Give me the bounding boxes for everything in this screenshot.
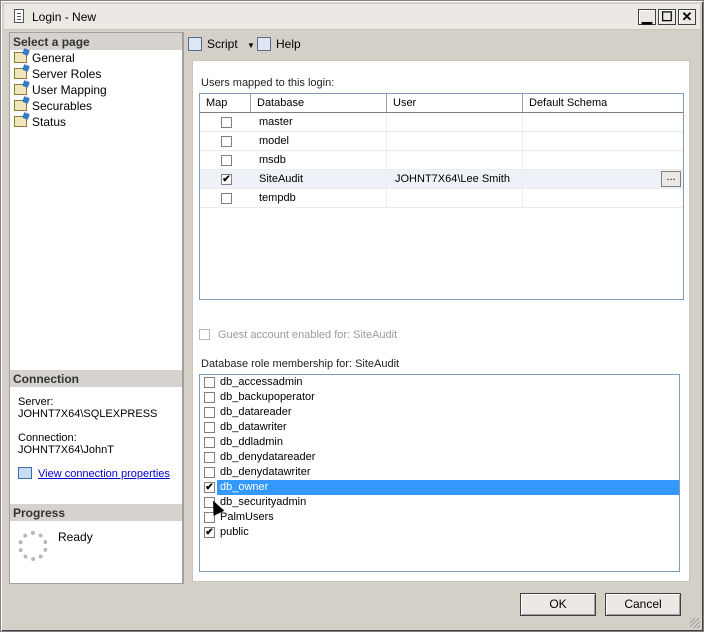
server-value: JOHNT7X64\SQLEXPRESS [18, 408, 158, 420]
list-item[interactable]: db_datareader [200, 405, 679, 420]
help-icon [257, 37, 271, 51]
maximize-button[interactable]: ☐ [658, 9, 676, 25]
role-checkbox[interactable] [204, 407, 215, 418]
map-checkbox[interactable] [221, 117, 232, 128]
user-cell[interactable] [387, 132, 523, 151]
role-checkbox[interactable] [204, 467, 215, 478]
ok-button[interactable]: OK [520, 593, 596, 616]
list-item[interactable]: db_ddladmin [200, 435, 679, 450]
list-item[interactable]: PalmUsers [200, 510, 679, 525]
role-checkbox[interactable] [204, 452, 215, 463]
schema-cell[interactable] [523, 132, 683, 151]
user-mapping-panel: Users mapped to this login: Map Database… [192, 60, 690, 582]
minimize-button[interactable]: ▁ [638, 9, 656, 25]
schema-cell[interactable] [523, 113, 683, 132]
progress-header: Progress [10, 504, 182, 521]
page-icon [14, 100, 27, 111]
role-checkbox[interactable]: ✔ [204, 527, 215, 538]
page-icon [14, 84, 27, 95]
page-item-status[interactable]: Status [14, 115, 66, 131]
role-membership-label: Database role membership for: SiteAudit [201, 358, 400, 370]
map-checkbox[interactable]: ✔ [221, 174, 232, 185]
properties-icon [18, 467, 32, 479]
table-row[interactable]: model [200, 132, 683, 151]
connection-header: Connection [10, 370, 182, 387]
map-checkbox[interactable] [221, 155, 232, 166]
title-bar[interactable]: Login - New ▁ ☐ ✕ [4, 4, 700, 30]
role-checkbox[interactable] [204, 377, 215, 388]
role-membership-list: db_accessadmin db_backupoperator db_data… [199, 374, 680, 572]
dropdown-arrow-icon[interactable]: ▼ [247, 41, 255, 50]
page-icon [14, 116, 27, 127]
resize-grip-icon[interactable] [690, 618, 700, 628]
help-button[interactable]: Help [257, 36, 301, 54]
table-row-selected[interactable]: ✔ SiteAudit JOHNT7X64\Lee Smith ... [200, 170, 683, 189]
page-icon [14, 52, 27, 63]
list-item[interactable]: ✔ public [200, 525, 679, 540]
progress-status: Ready [58, 530, 93, 544]
list-item[interactable]: db_denydatareader [200, 450, 679, 465]
server-label: Server: [18, 396, 54, 408]
role-checkbox[interactable]: ✔ [204, 482, 215, 493]
list-item[interactable]: db_securityadmin [200, 495, 679, 510]
document-icon [14, 9, 24, 23]
close-button[interactable]: ✕ [678, 9, 696, 25]
left-pane: Select a page General Server Roles User … [9, 32, 183, 584]
view-connection-properties-link[interactable]: View connection properties [18, 467, 170, 480]
database-cell: master [251, 113, 387, 132]
role-checkbox[interactable] [204, 437, 215, 448]
database-cell: msdb [251, 151, 387, 170]
schema-cell[interactable] [523, 151, 683, 170]
progress-spinner-icon [18, 531, 48, 561]
col-header-database[interactable]: Database [251, 94, 387, 112]
database-cell: model [251, 132, 387, 151]
page-icon [14, 68, 27, 79]
guest-account-label: Guest account enabled for: SiteAudit [218, 329, 398, 341]
login-new-dialog: Login - New ▁ ☐ ✕ Select a page General … [0, 0, 704, 632]
list-item-selected[interactable]: ✔ db_owner [200, 480, 679, 495]
list-item[interactable]: db_accessadmin [200, 375, 679, 390]
cancel-button[interactable]: Cancel [605, 593, 681, 616]
role-checkbox[interactable] [204, 422, 215, 433]
user-cell[interactable] [387, 151, 523, 170]
table-row[interactable]: msdb [200, 151, 683, 170]
select-page-header: Select a page [10, 33, 182, 50]
map-checkbox[interactable] [221, 193, 232, 204]
database-cell: SiteAudit [251, 170, 387, 189]
table-row[interactable]: master [200, 113, 683, 132]
user-cell[interactable]: JOHNT7X64\Lee Smith [387, 170, 523, 189]
schema-cell[interactable] [523, 170, 683, 189]
table-row[interactable]: tempdb [200, 189, 683, 208]
guest-account-checkbox[interactable] [199, 329, 210, 340]
script-button[interactable]: Script ▼ [188, 36, 255, 54]
list-item[interactable]: db_datawriter [200, 420, 679, 435]
grid-header: Map Database User Default Schema [200, 94, 683, 113]
col-header-user[interactable]: User [387, 94, 523, 112]
col-header-map[interactable]: Map [200, 94, 251, 112]
user-cell[interactable] [387, 113, 523, 132]
schema-cell[interactable] [523, 189, 683, 208]
list-item[interactable]: db_denydatawriter [200, 465, 679, 480]
users-mapped-label: Users mapped to this login: [201, 77, 335, 89]
right-area: Script ▼ Help Users mapped to this login… [183, 32, 697, 584]
col-header-default-schema[interactable]: Default Schema [523, 94, 683, 112]
window-title: Login - New [32, 10, 97, 24]
role-checkbox[interactable] [204, 392, 215, 403]
browse-schema-button[interactable]: ... [661, 171, 681, 187]
script-icon [188, 37, 202, 51]
list-item[interactable]: db_backupoperator [200, 390, 679, 405]
connection-label: Connection: [18, 432, 77, 444]
map-checkbox[interactable] [221, 136, 232, 147]
database-cell: tempdb [251, 189, 387, 208]
connection-value: JOHNT7X64\JohnT [18, 444, 114, 456]
user-cell[interactable] [387, 189, 523, 208]
users-mapped-grid: Map Database User Default Schema master … [199, 93, 684, 300]
